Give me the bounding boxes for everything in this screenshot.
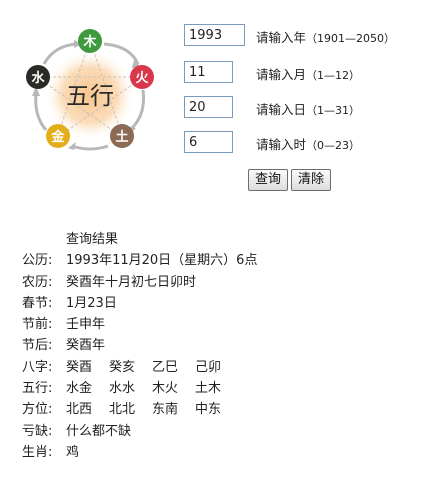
hour-hint: 请输入时（0—23）	[256, 134, 360, 153]
day-hint: 请输入日（1—31）	[256, 99, 360, 118]
direction-month: 北北	[109, 402, 136, 418]
result-row-wuxing: 五行: 水金 水水 木火 土木	[22, 378, 257, 399]
earth-label: 土	[115, 129, 128, 145]
query-button[interactable]: 查询	[248, 169, 289, 191]
result-row-next-festival: 节后: 癸酉年	[22, 335, 257, 356]
result-row-lacking: 亏缺: 什么都不缺	[22, 421, 257, 442]
lunar-value: 癸酉年十月初七日卯时	[66, 274, 197, 290]
prev-festival-label: 节前:	[22, 317, 53, 333]
prev-festival-value: 壬申年	[66, 317, 106, 333]
month-hint-range: （1—12）	[306, 69, 361, 82]
wuxing-diagram: 木 火 土 金 水 五行	[26, 29, 154, 151]
direction-year: 北西	[66, 402, 93, 418]
hour-hint-range: （0—23）	[306, 139, 361, 152]
result-row-prev-festival: 节前: 壬申年	[22, 314, 257, 335]
fire-label: 火	[135, 71, 149, 86]
year-input[interactable]	[184, 24, 245, 46]
bazi-month-pillar: 癸亥	[109, 359, 136, 375]
day-hint-range: （1—31）	[306, 104, 361, 117]
month-hint-label: 请输入月	[256, 67, 307, 82]
direction-day: 东南	[152, 402, 179, 418]
wood-label: 木	[82, 34, 97, 50]
result-row-spring-festival: 春节: 1月23日	[22, 293, 257, 314]
wuxing-emblem: 木 火 土 金 水 五行	[20, 24, 160, 164]
lunar-label: 农历:	[22, 274, 53, 290]
bazi-year-pillar: 癸酉	[66, 359, 93, 375]
lacking-value: 什么都不缺	[66, 423, 132, 439]
results-heading: 查询结果	[66, 232, 119, 247]
zodiac-label: 生肖:	[22, 444, 53, 460]
result-row-lunar: 农历: 癸酉年十月初七日卯时	[22, 272, 257, 293]
next-festival-value: 癸酉年	[66, 338, 106, 354]
year-hint-range: （1901—2050）	[306, 32, 396, 45]
hour-hint-label: 请输入时	[256, 137, 307, 152]
month-hint: 请输入月（1—12）	[256, 64, 360, 83]
result-row-direction: 方位: 北西 北北 东南 中东	[22, 399, 257, 420]
wuxing-year: 水金	[66, 381, 93, 397]
wuxing-day: 木火	[152, 381, 179, 397]
day-input[interactable]	[184, 96, 233, 118]
bazi-hour-pillar: 己卯	[195, 359, 222, 375]
clear-button[interactable]: 清除	[291, 169, 332, 191]
emblem-title: 五行	[66, 82, 114, 110]
bazi-label: 八字:	[22, 359, 53, 375]
spring-festival-value: 1月23日	[66, 295, 117, 311]
direction-label: 方位:	[22, 402, 53, 418]
bazi-day-pillar: 乙巳	[152, 359, 179, 375]
spring-festival-label: 春节:	[22, 295, 53, 311]
year-hint-label: 请输入年	[256, 30, 307, 45]
wuxing-label: 五行:	[22, 381, 53, 397]
direction-hour: 中东	[195, 402, 222, 418]
gregorian-label: 公历:	[22, 253, 53, 269]
hour-input[interactable]	[184, 131, 233, 153]
wuxing-month: 水水	[109, 381, 136, 397]
results-panel: 查询结果 公历: 1993年11月20日（星期六）6点 农历: 癸酉年十月初七日卯时…	[22, 229, 257, 463]
zodiac-value: 鸡	[66, 444, 80, 460]
result-row-bazi: 八字: 癸酉 癸亥 乙巳 己卯	[22, 357, 257, 378]
year-hint: 请输入年（1901—2050）	[256, 27, 395, 46]
metal-label: 金	[50, 129, 65, 145]
day-hint-label: 请输入日	[256, 102, 307, 117]
month-input[interactable]	[184, 61, 233, 83]
lacking-label: 亏缺:	[22, 423, 53, 439]
result-row-zodiac: 生肖: 鸡	[22, 442, 257, 463]
form-buttons: 查询 清除	[248, 168, 334, 191]
gregorian-value: 1993年11月20日（星期六）6点	[66, 253, 258, 269]
next-festival-label: 节后:	[22, 338, 53, 354]
result-row-gregorian: 公历: 1993年11月20日（星期六）6点	[22, 250, 257, 271]
water-label: 水	[31, 70, 45, 86]
wuxing-hour: 土木	[195, 381, 222, 397]
